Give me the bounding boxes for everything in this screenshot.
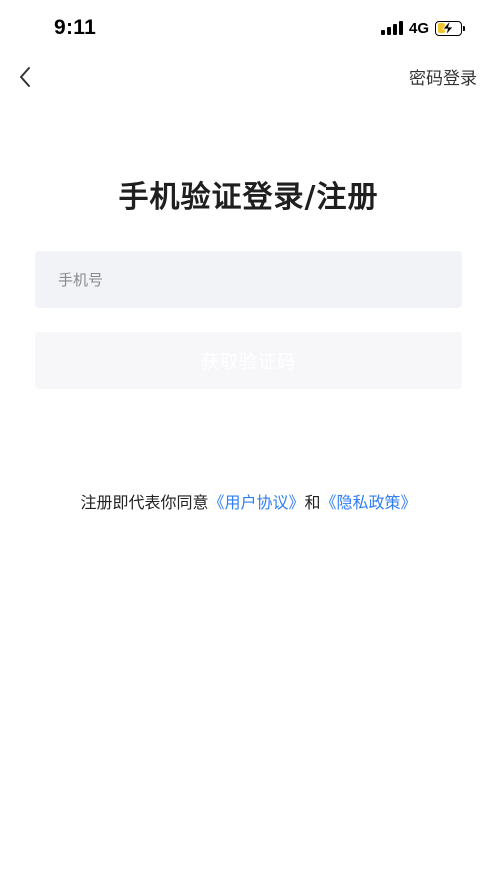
charging-bolt-icon [442,21,454,35]
agreement-prefix: 注册即代表你同意 [80,493,209,512]
get-code-button[interactable]: 获取验证码 [35,332,462,389]
network-label: 4G [408,19,429,37]
signal-icon [380,21,403,35]
status-time: 9:11 [54,16,97,39]
battery-icon [435,20,465,36]
user-agreement-link[interactable]: 《用户协议》 [208,493,304,512]
agreement-conjunction: 和 [304,493,321,512]
page-title: 手机验证登录/注册 [118,180,379,215]
status-indicators: 4G [380,19,465,37]
phone-field[interactable] [35,251,462,308]
password-login-link[interactable]: 密码登录 [409,64,477,89]
privacy-policy-link[interactable]: 《隐私政策》 [321,493,417,512]
agreement-text: 注册即代表你同意《用户协议》和《隐私政策》 [0,489,497,513]
battery-cap [462,25,465,31]
back-button[interactable] [12,62,38,92]
status-bar: 9:11 4G [0,0,497,56]
login-screen: 9:11 4G 密码登录 手机验证登录/注册 手机号 获取验证码 注册即代表你同… [0,0,497,883]
phone-input[interactable] [35,251,462,308]
chevron-left-icon [20,67,30,87]
